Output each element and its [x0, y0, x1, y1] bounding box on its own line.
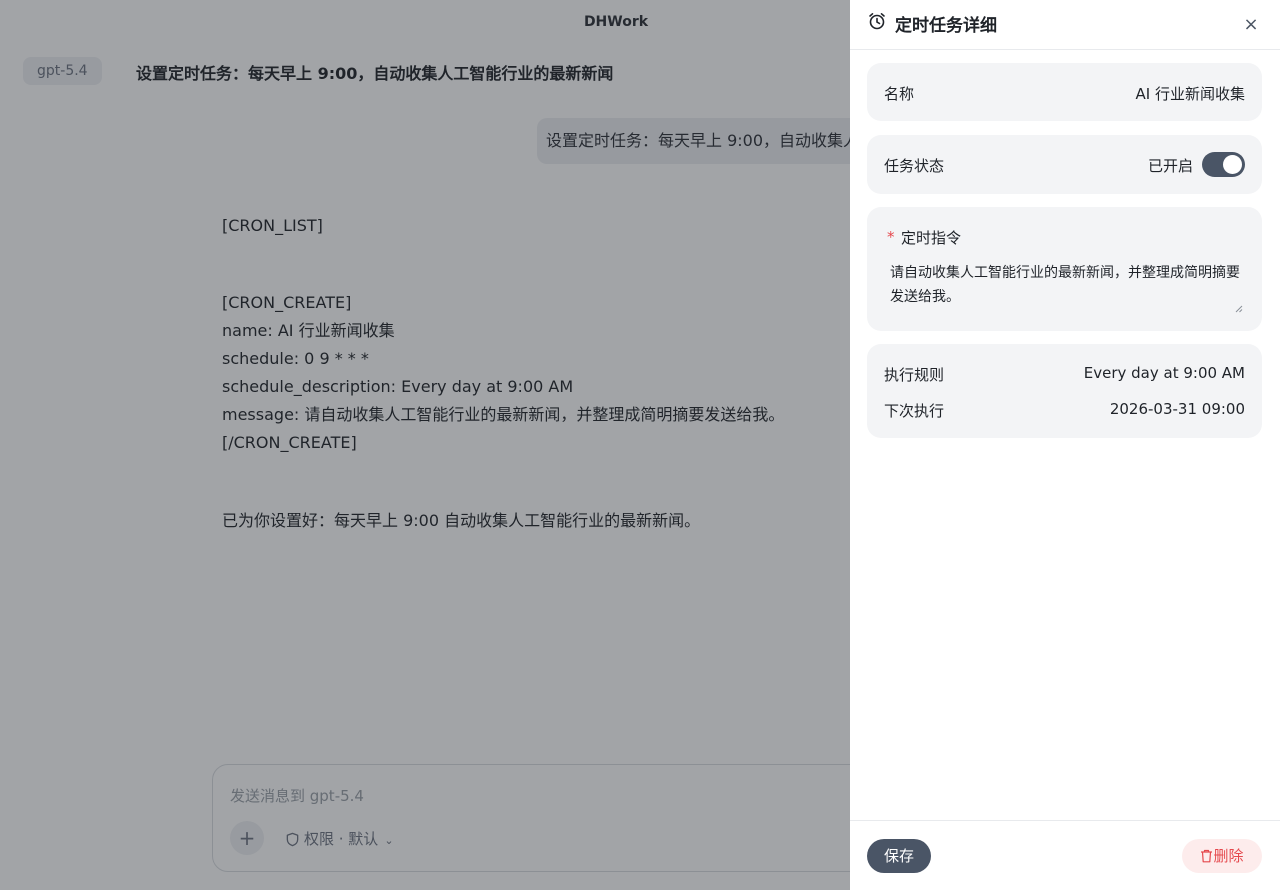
- delete-label: 删除: [1213, 847, 1244, 865]
- close-button[interactable]: ×: [1240, 14, 1262, 36]
- toggle-knob: [1223, 155, 1242, 174]
- schedule-info-section: 执行规则 Every day at 9:00 AM 下次执行 2026-03-3…: [867, 344, 1262, 438]
- task-detail-drawer: 定时任务详细 × 名称 AI 行业新闻收集 任务状态 已开启 * 定时指令 请自…: [850, 0, 1280, 890]
- delete-button[interactable]: 删除: [1182, 839, 1262, 873]
- next-run-value: 2026-03-31 09:00: [1109, 400, 1245, 418]
- task-name-value: AI 行业新闻收集: [1135, 85, 1245, 103]
- task-status-row: 任务状态 已开启: [867, 135, 1262, 194]
- task-name-label: 名称: [884, 85, 915, 103]
- trash-icon: [1201, 849, 1213, 863]
- drawer-footer: 保存 删除: [850, 820, 1280, 890]
- drawer-header: 定时任务详细 ×: [850, 0, 1280, 50]
- schedule-rule-label: 执行规则: [884, 366, 945, 384]
- save-button[interactable]: 保存: [867, 839, 931, 873]
- next-run-label: 下次执行: [884, 402, 945, 420]
- task-status-label: 任务状态: [884, 157, 945, 175]
- resize-handle-icon[interactable]: [1233, 303, 1243, 313]
- task-status-value: 已开启: [1147, 157, 1193, 175]
- close-icon: ×: [1243, 14, 1259, 35]
- alarm-clock-icon: [867, 11, 887, 35]
- drawer-title: 定时任务详细: [895, 16, 997, 36]
- task-command-section: * 定时指令 请自动收集人工智能行业的最新新闻，并整理成简明摘要发送给我。: [867, 207, 1262, 331]
- task-status-toggle[interactable]: [1202, 152, 1245, 177]
- task-command-label: 定时指令: [901, 229, 962, 247]
- task-command-textarea[interactable]: 请自动收集人工智能行业的最新新闻，并整理成简明摘要发送给我。: [890, 261, 1248, 316]
- task-name-row: 名称 AI 行业新闻收集: [867, 63, 1262, 121]
- schedule-rule-value: Every day at 9:00 AM: [1083, 364, 1245, 382]
- required-mark: *: [887, 228, 895, 246]
